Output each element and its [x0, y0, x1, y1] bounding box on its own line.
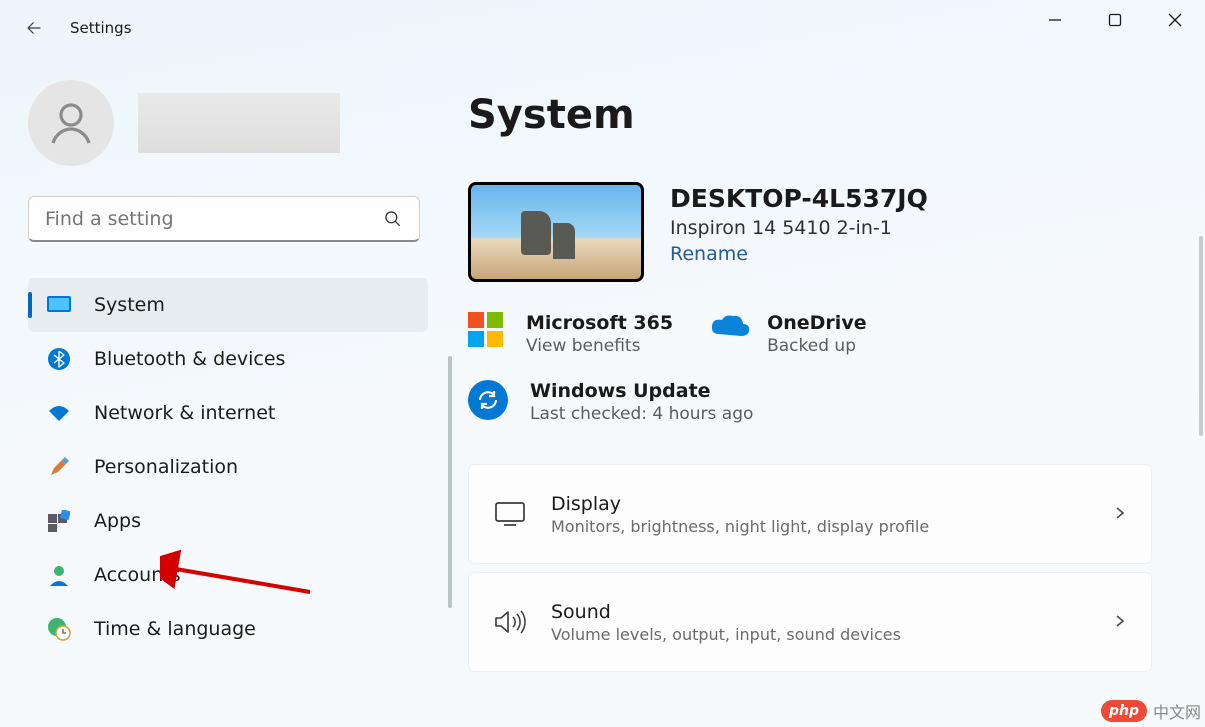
sidebar-item-system[interactable]: System: [28, 278, 428, 332]
globe-clock-icon: [46, 616, 72, 642]
accounts-icon: [46, 562, 72, 588]
onedrive-tile[interactable]: OneDrive Backed up: [709, 312, 867, 356]
system-icon: [46, 292, 72, 318]
onedrive-sub: Backed up: [767, 336, 867, 356]
window-controls: [1025, 0, 1205, 40]
sidebar-item-accounts[interactable]: Accounts: [28, 548, 428, 602]
apps-icon: [46, 508, 72, 534]
device-name: DESKTOP-4L537JQ: [670, 184, 928, 213]
wifi-icon: [46, 400, 72, 426]
user-name-redacted: [138, 93, 340, 153]
sound-icon: [493, 608, 527, 636]
search-icon: [383, 209, 403, 229]
device-model: Inspiron 14 5410 2-in-1: [670, 217, 928, 239]
sidebar-item-personalization[interactable]: Personalization: [28, 440, 428, 494]
person-icon: [47, 99, 95, 147]
main-pane: System DESKTOP-4L537JQ Inspiron 14 5410 …: [440, 56, 1205, 727]
page-title: System: [468, 92, 1175, 138]
search-box[interactable]: [28, 196, 420, 242]
card-display[interactable]: Display Monitors, brightness, night ligh…: [468, 464, 1152, 564]
display-icon: [493, 501, 527, 527]
m365-tile[interactable]: Microsoft 365 View benefits: [468, 312, 673, 356]
card-sound[interactable]: Sound Volume levels, output, input, soun…: [468, 572, 1152, 672]
arrow-left-icon: [25, 19, 43, 37]
main-scrollbar[interactable]: [1199, 236, 1203, 436]
sidebar-item-apps[interactable]: Apps: [28, 494, 428, 548]
windows-update-tile[interactable]: Windows Update Last checked: 4 hours ago: [468, 380, 1175, 424]
avatar: [28, 80, 114, 166]
minimize-icon: [1048, 13, 1062, 27]
sidebar-item-label: Apps: [94, 510, 141, 532]
card-sub: Volume levels, output, input, sound devi…: [551, 625, 1089, 644]
chevron-right-icon: [1113, 613, 1127, 632]
user-profile[interactable]: [28, 80, 420, 166]
titlebar: Settings: [0, 0, 1205, 56]
watermark: php 中文网: [1101, 699, 1201, 723]
device-wallpaper-thumb: [468, 182, 644, 282]
sidebar-item-label: Time & language: [94, 618, 256, 640]
watermark-badge: php: [1101, 700, 1147, 722]
close-icon: [1168, 13, 1182, 27]
maximize-icon: [1108, 13, 1122, 27]
device-info: DESKTOP-4L537JQ Inspiron 14 5410 2-in-1 …: [468, 182, 1175, 282]
sidebar-item-label: Accounts: [94, 564, 181, 586]
chevron-right-icon: [1113, 505, 1127, 524]
maximize-button[interactable]: [1085, 0, 1145, 40]
search-input[interactable]: [45, 208, 365, 230]
onedrive-title: OneDrive: [767, 312, 867, 334]
bluetooth-icon: [46, 346, 72, 372]
sidebar-item-network[interactable]: Network & internet: [28, 386, 428, 440]
sidebar-item-label: Personalization: [94, 456, 238, 478]
card-sub: Monitors, brightness, night light, displ…: [551, 517, 1089, 536]
card-title: Sound: [551, 601, 1089, 623]
onedrive-icon: [709, 312, 749, 352]
close-button[interactable]: [1145, 0, 1205, 40]
rename-link[interactable]: Rename: [670, 243, 748, 265]
paintbrush-icon: [46, 454, 72, 480]
microsoft-logo-icon: [468, 312, 508, 352]
update-sub: Last checked: 4 hours ago: [530, 404, 753, 424]
settings-cards: Display Monitors, brightness, night ligh…: [468, 464, 1175, 672]
sidebar-item-bluetooth[interactable]: Bluetooth & devices: [28, 332, 428, 386]
nav-list: System Bluetooth & devices Network & int…: [28, 278, 428, 656]
m365-title: Microsoft 365: [526, 312, 673, 334]
sidebar-item-label: System: [94, 294, 165, 316]
update-title: Windows Update: [530, 380, 753, 402]
watermark-text: 中文网: [1153, 699, 1201, 723]
sidebar-item-label: Bluetooth & devices: [94, 348, 285, 370]
sidebar-item-label: Network & internet: [94, 402, 275, 424]
status-pills: Microsoft 365 View benefits OneDrive Bac…: [468, 312, 1175, 356]
sidebar-item-time[interactable]: Time & language: [28, 602, 428, 656]
sidebar: System Bluetooth & devices Network & int…: [0, 56, 440, 727]
minimize-button[interactable]: [1025, 0, 1085, 40]
back-button[interactable]: [14, 8, 54, 48]
card-title: Display: [551, 493, 1089, 515]
update-icon: [468, 380, 508, 420]
m365-sub: View benefits: [526, 336, 673, 356]
window-title: Settings: [70, 19, 132, 37]
